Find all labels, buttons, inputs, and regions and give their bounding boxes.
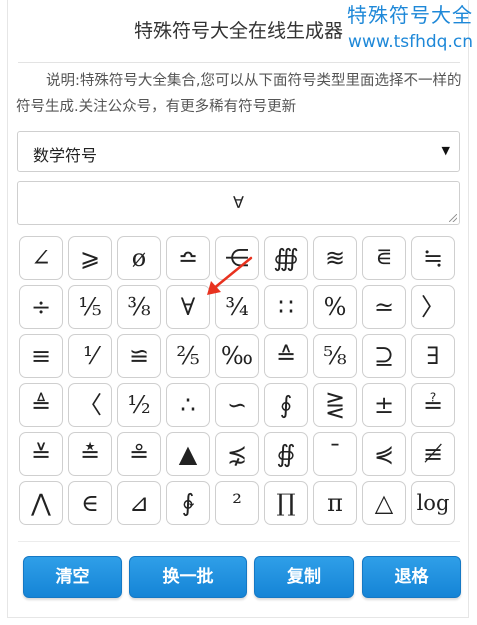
backspace-button[interactable]: 退格 (362, 556, 461, 598)
copy-button[interactable]: 复制 (254, 556, 354, 598)
symbol-cell[interactable]: 〉 (411, 285, 455, 329)
symbol-grid: ∠ ⩾ ø ≏ ⋲ ∰ ≋ ⋷ ≒ ÷ ⅕ ⅜ ∀ ¾ ∷% ≃ 〉 ≡ ⅟ ≌ ⅖ ‰ ≙ ⅝ ⊇ ∃ ≜ 〈 ½ ∴ ∽ ∮ ⋛ ± ≟ ≚ ≛ ≗ ▲… (19, 236, 459, 525)
symbol-cell[interactable]: ⋛ (313, 383, 357, 427)
output-value: ∀ (233, 193, 244, 212)
symbol-cell[interactable]: ∏ (264, 481, 308, 525)
description-text: 说明:特殊符号大全集合,您可以从下面符号类型里面选择不一样的符号生成.关注公众号… (16, 73, 462, 115)
symbol-cell[interactable]: ⋲ (215, 236, 259, 280)
caret-down-icon: ▼ (441, 144, 450, 157)
symbol-cell[interactable]: 〈 (68, 383, 112, 427)
symbol-cell[interactable]: ∃ (411, 334, 455, 378)
symbol-cell[interactable]: ∯ (264, 432, 308, 476)
symbol-cell[interactable]: ∰ (264, 236, 308, 280)
symbol-cell[interactable]: ² (215, 481, 259, 525)
symbol-cell[interactable]: π (313, 481, 357, 525)
symbol-cell[interactable]: ⅖ (166, 334, 210, 378)
symbol-cell[interactable]: ⅜ (117, 285, 161, 329)
symbol-cell[interactable]: ≟ (411, 383, 455, 427)
category-select-value: 数学符号 (33, 146, 98, 165)
symbol-cell[interactable]: % (313, 285, 357, 329)
symbol-cell[interactable]: ⊿ (117, 481, 161, 525)
watermark-url: www.tsfhdq.cn (348, 32, 473, 52)
symbol-cell[interactable]: ∮ (264, 383, 308, 427)
symbol-cell[interactable]: ⊇ (362, 334, 406, 378)
symbol-cell[interactable]: ø (117, 236, 161, 280)
symbol-cell[interactable]: ± (362, 383, 406, 427)
symbol-cell[interactable]: ≋ (313, 236, 357, 280)
symbol-cell[interactable]: ≙ (264, 334, 308, 378)
symbol-cell[interactable]: ½ (117, 383, 161, 427)
watermark-name: 特殊符号大全 (347, 3, 473, 27)
symbol-cell[interactable]: ⋞ (362, 432, 406, 476)
site-watermark: 特殊符号大全 www.tsfhdq.cn (347, 2, 473, 56)
symbol-cell[interactable]: ‰ (215, 334, 259, 378)
symbol-cell[interactable]: ⩾ (68, 236, 112, 280)
symbol-cell[interactable]: ≗ (117, 432, 161, 476)
category-select[interactable]: 数学符号 ▼ (17, 131, 460, 172)
symbol-cell[interactable]: log (411, 481, 455, 525)
symbol-cell[interactable]: ∠ (19, 236, 63, 280)
symbol-cell[interactable]: ≒ (411, 236, 455, 280)
symbol-cell[interactable]: ⅟ (68, 334, 112, 378)
symbol-cell[interactable]: ≜ (19, 383, 63, 427)
symbol-cell[interactable]: ∽ (215, 383, 259, 427)
output-textarea[interactable]: ∀ (17, 181, 460, 225)
symbol-cell[interactable]: ⅝ (313, 334, 357, 378)
symbol-cell[interactable]: ∈ (68, 481, 112, 525)
symbol-cell[interactable]: ∴ (166, 383, 210, 427)
title-divider (18, 62, 460, 63)
symbol-cell[interactable]: ≚ (19, 432, 63, 476)
symbol-cell[interactable]: ≏ (166, 236, 210, 280)
symbol-cell[interactable]: ≢ (411, 432, 455, 476)
symbol-cell[interactable]: ⋨ (215, 432, 259, 476)
resize-grip-icon[interactable] (449, 214, 457, 222)
buttons-divider (18, 541, 460, 542)
symbol-cell[interactable]: ≃ (362, 285, 406, 329)
symbol-cell[interactable]: ⅕ (68, 285, 112, 329)
next-batch-button[interactable]: 换一批 (129, 556, 247, 598)
symbol-cell[interactable]: △ (362, 481, 406, 525)
symbol-cell[interactable]: ⋀ (19, 481, 63, 525)
symbol-cell[interactable]: ∀ (166, 285, 210, 329)
symbol-cell[interactable]: ∲ (166, 481, 210, 525)
symbol-cell[interactable]: ¾ (215, 285, 259, 329)
symbol-cell[interactable]: ∷ (264, 285, 308, 329)
symbol-cell[interactable]: ˉ (313, 432, 357, 476)
symbol-cell[interactable]: ⋷ (362, 236, 406, 280)
symbol-cell[interactable]: ≡ (19, 334, 63, 378)
symbol-cell[interactable]: ▲ (166, 432, 210, 476)
symbol-cell[interactable]: ≛ (68, 432, 112, 476)
symbol-cell[interactable]: ≌ (117, 334, 161, 378)
clear-button[interactable]: 清空 (23, 556, 122, 598)
symbol-cell[interactable]: ÷ (19, 285, 63, 329)
